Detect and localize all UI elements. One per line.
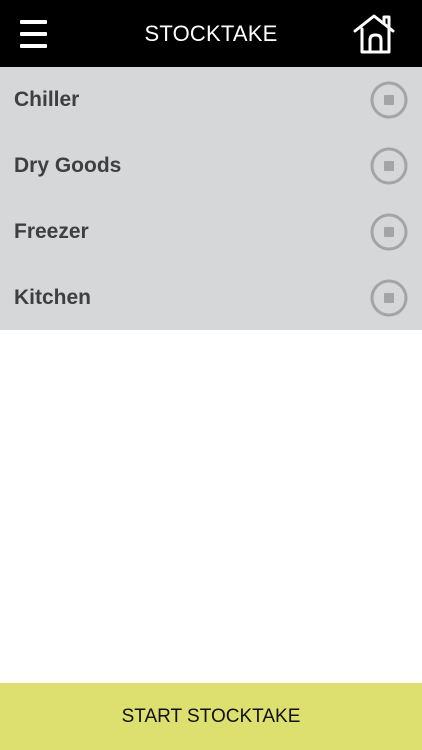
location-list: Chiller Dry Goods Freezer Kitchen — [0, 67, 422, 330]
stop-toggle-icon[interactable] — [370, 81, 408, 119]
location-label: Dry Goods — [14, 154, 122, 177]
top-bar: STOCKTAKE — [0, 0, 422, 67]
page-title: STOCKTAKE — [144, 21, 278, 46]
home-icon — [353, 14, 395, 54]
location-label: Chiller — [14, 88, 80, 111]
stop-toggle-icon[interactable] — [370, 279, 408, 317]
stop-toggle-icon[interactable] — [370, 147, 408, 185]
menu-button[interactable] — [12, 14, 54, 54]
location-row-dry-goods[interactable]: Dry Goods — [0, 133, 422, 199]
start-stocktake-button[interactable]: START STOCKTAKE — [0, 683, 422, 750]
location-row-chiller[interactable]: Chiller — [0, 67, 422, 133]
location-row-kitchen[interactable]: Kitchen — [0, 265, 422, 331]
home-button[interactable] — [352, 12, 400, 56]
app-screen: STOCKTAKE Chiller Dry Goods Freezer Kitc… — [0, 0, 422, 750]
location-row-freezer[interactable]: Freezer — [0, 199, 422, 265]
location-label: Freezer — [14, 220, 89, 243]
location-label: Kitchen — [14, 286, 92, 309]
stop-toggle-icon[interactable] — [370, 213, 408, 251]
